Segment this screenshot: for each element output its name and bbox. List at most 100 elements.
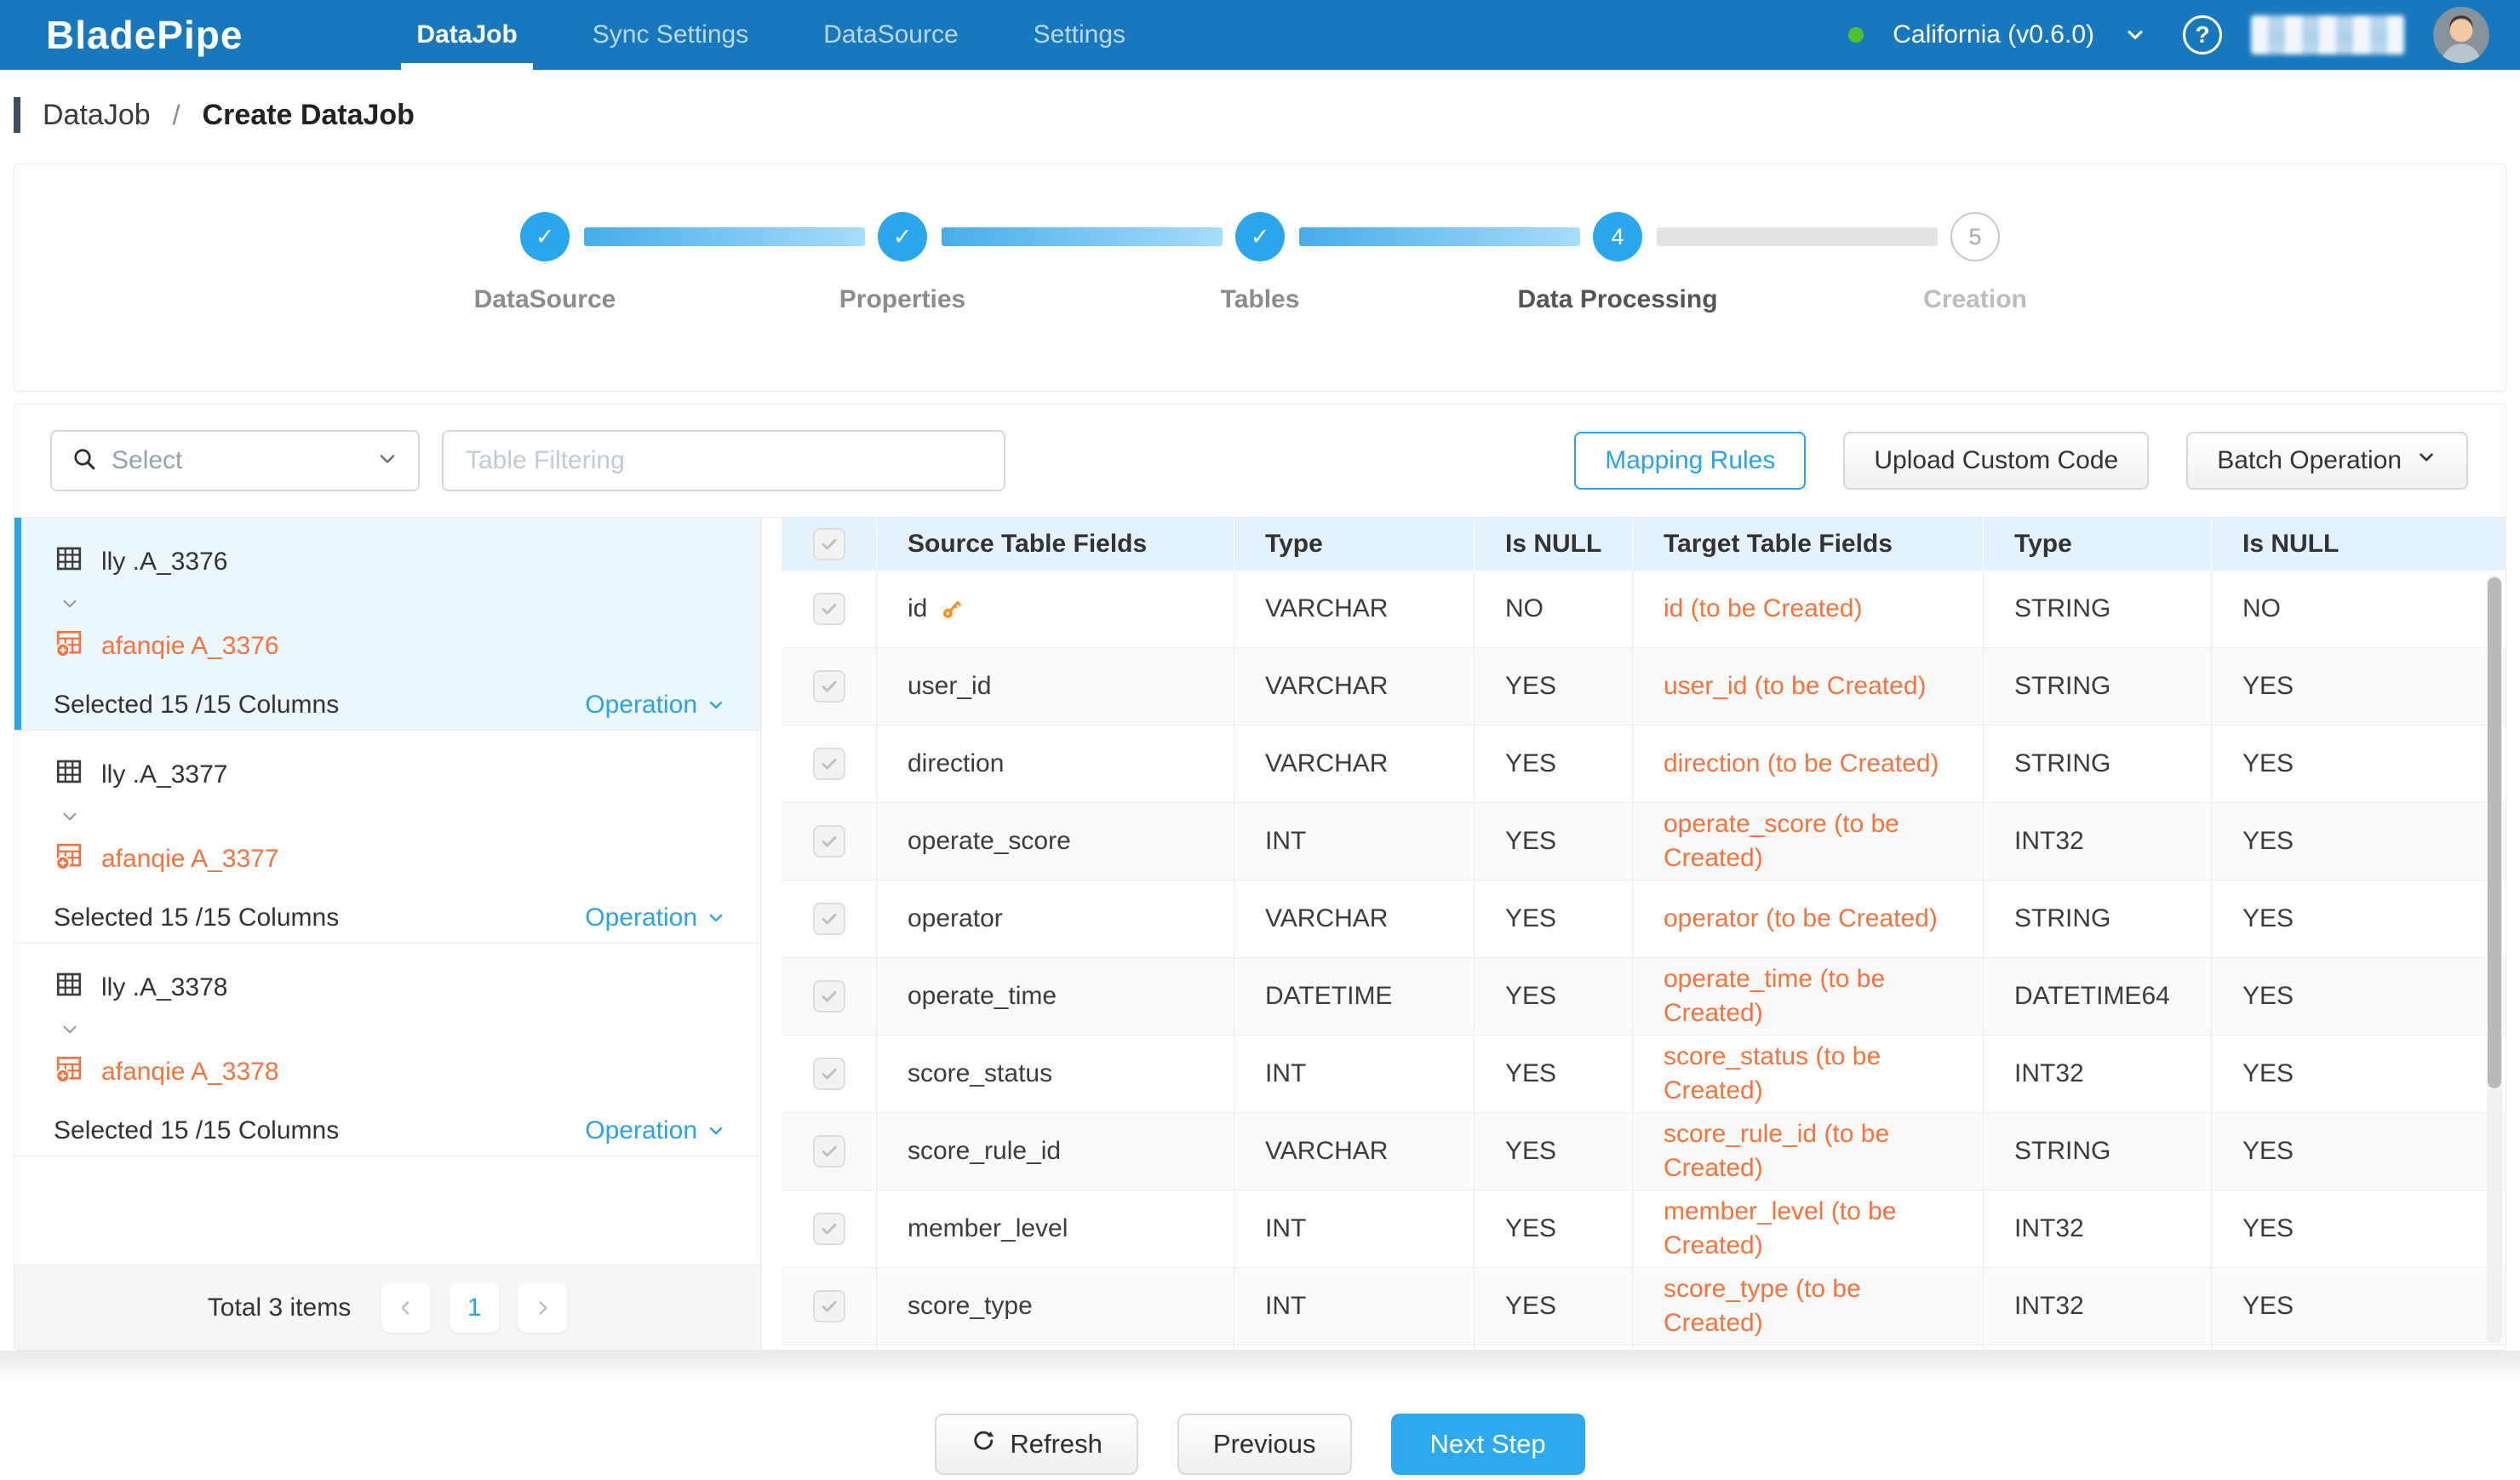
- data-processing-panel: Select Mapping Rules Upload Custom Code …: [14, 404, 2506, 1351]
- breadcrumb-parent[interactable]: DataJob: [43, 99, 151, 132]
- mapping-chevron-down-icon[interactable]: [59, 806, 726, 832]
- mapping-select-dropdown[interactable]: Select: [50, 430, 420, 491]
- select-placeholder: Select: [112, 446, 362, 475]
- next-step-button[interactable]: Next Step: [1391, 1414, 1585, 1475]
- row-checkbox[interactable]: [813, 1058, 845, 1090]
- scrollbar-thumb[interactable]: [2488, 577, 2501, 1088]
- batch-operation-button[interactable]: Batch Operation: [2186, 432, 2468, 490]
- region-chevron-down-icon[interactable]: [2123, 23, 2147, 47]
- cluster-status-dot: [1848, 27, 1864, 43]
- pagination-prev-button[interactable]: [381, 1283, 431, 1333]
- previous-button[interactable]: Previous: [1177, 1414, 1352, 1475]
- vertical-scrollbar: [2487, 576, 2502, 1343]
- source-table-icon: [54, 756, 84, 794]
- operation-dropdown[interactable]: Operation: [585, 1116, 726, 1145]
- table-mapping-item[interactable]: lly .A_3377 afanqie A_3377 Selected 15 /…: [14, 731, 760, 944]
- table-row-partial: [782, 1345, 2506, 1350]
- table-row: id VARCHAR NO id (to be Created) STRING …: [782, 571, 2506, 648]
- target-table-name: afanqie A_3376: [101, 632, 279, 661]
- step-connector: [1657, 227, 1938, 246]
- table-mapping-item[interactable]: lly .A_3376 afanqie A_3376 Selected 15 /…: [14, 518, 760, 731]
- select-chevron-down-icon: [375, 447, 399, 475]
- mapping-rules-button[interactable]: Mapping Rules: [1574, 432, 1806, 490]
- card-bottom-shadow: [0, 1351, 2520, 1380]
- selected-columns-label: Selected 15 /15 Columns: [54, 691, 339, 720]
- table-filtering-input[interactable]: [442, 430, 1005, 491]
- step-check-icon: ✓: [878, 212, 927, 261]
- list-pagination: Total 3 items 1: [14, 1265, 760, 1350]
- source-table-name: lly .A_3376: [101, 548, 227, 577]
- target-table-create-icon: [54, 1053, 84, 1091]
- col-header: Type: [1984, 518, 2212, 571]
- step-connector: [584, 227, 865, 246]
- step-connector: [942, 227, 1223, 246]
- table-row: score_type INT YES score_type (to be Cre…: [782, 1268, 2506, 1345]
- primary-key-icon: [939, 596, 965, 622]
- table-header-row: Source Table Fields Type Is NULL Target …: [782, 518, 2506, 571]
- row-checkbox[interactable]: [813, 1213, 845, 1245]
- table-row: score_status INT YES score_status (to be…: [782, 1035, 2506, 1113]
- nav-item-datasource[interactable]: DataSource: [786, 0, 995, 70]
- source-table-icon: [54, 543, 84, 581]
- main-nav: DataJob Sync Settings DataSource Setting…: [379, 0, 1163, 70]
- step-check-icon: ✓: [1235, 212, 1285, 261]
- target-table-create-icon: [54, 840, 84, 878]
- search-icon: [71, 445, 98, 477]
- nav-item-sync-settings[interactable]: Sync Settings: [555, 0, 786, 70]
- step-number: 5: [1950, 212, 2000, 261]
- mapping-chevron-down-icon[interactable]: [59, 593, 726, 619]
- help-icon[interactable]: ?: [2183, 15, 2222, 54]
- mapping-chevron-down-icon[interactable]: [59, 1018, 726, 1045]
- row-checkbox[interactable]: [813, 670, 845, 703]
- table-row: member_level INT YES member_level (to be…: [782, 1190, 2506, 1268]
- row-checkbox[interactable]: [813, 1290, 845, 1322]
- table-row: direction VARCHAR YES direction (to be C…: [782, 726, 2506, 803]
- col-header: Is NULL: [1475, 518, 1633, 571]
- user-avatar[interactable]: [2433, 7, 2489, 63]
- page-title: Create DataJob: [203, 99, 415, 132]
- source-table-name: lly .A_3377: [101, 760, 227, 789]
- table-row: operate_score INT YES operate_score (to …: [782, 803, 2506, 881]
- step-number: 4: [1593, 212, 1642, 261]
- row-checkbox[interactable]: [813, 903, 845, 935]
- table-mapping-list: lly .A_3376 afanqie A_3376 Selected 15 /…: [14, 518, 761, 1350]
- col-header: Source Table Fields: [877, 518, 1234, 571]
- select-all-checkbox[interactable]: [813, 528, 845, 560]
- target-table-create-icon: [54, 628, 84, 665]
- wizard-stepper-card: ✓ DataSource ✓ Properties ✓ Tables 4 Dat…: [14, 163, 2506, 392]
- breadcrumb: DataJob / Create DataJob: [0, 70, 2520, 160]
- refresh-button[interactable]: Refresh: [935, 1414, 1138, 1475]
- pagination-next-button[interactable]: [518, 1283, 567, 1333]
- table-mapping-item[interactable]: lly .A_3378 afanqie A_3378 Selected 15 /…: [14, 944, 760, 1156]
- table-row: score_rule_id VARCHAR YES score_rule_id …: [782, 1113, 2506, 1190]
- operation-dropdown[interactable]: Operation: [585, 903, 726, 932]
- region-version-label[interactable]: California (v0.6.0): [1893, 20, 2094, 49]
- breadcrumb-separator: /: [173, 100, 180, 131]
- wizard-footer: Refresh Previous Next Step: [0, 1380, 2520, 1475]
- col-header: Type: [1234, 518, 1475, 571]
- username-redacted: [2251, 15, 2404, 54]
- nav-item-settings[interactable]: Settings: [996, 0, 1163, 70]
- step-connector: [1299, 227, 1580, 246]
- toolbar: Select Mapping Rules Upload Custom Code …: [14, 404, 2506, 517]
- row-checkbox[interactable]: [813, 1135, 845, 1167]
- col-header: Is NULL: [2212, 518, 2506, 571]
- upload-custom-code-button[interactable]: Upload Custom Code: [1843, 432, 2149, 490]
- table-row: user_id VARCHAR YES user_id (to be Creat…: [782, 648, 2506, 726]
- top-navbar: BladePipe DataJob Sync Settings DataSour…: [0, 0, 2520, 70]
- row-checkbox[interactable]: [813, 593, 845, 625]
- step-datasource: ✓ DataSource: [366, 212, 724, 314]
- table-row: operate_time DATETIME YES operate_time (…: [782, 958, 2506, 1035]
- operation-dropdown[interactable]: Operation: [585, 691, 726, 720]
- col-header: Target Table Fields: [1633, 518, 1984, 571]
- row-checkbox[interactable]: [813, 980, 845, 1012]
- nav-item-datajob[interactable]: DataJob: [379, 0, 554, 70]
- brand-logo[interactable]: BladePipe: [46, 12, 243, 58]
- source-table-icon: [54, 969, 84, 1007]
- row-checkbox[interactable]: [813, 825, 845, 858]
- total-items-label: Total 3 items: [208, 1294, 351, 1322]
- row-checkbox[interactable]: [813, 748, 845, 780]
- step-check-icon: ✓: [520, 212, 570, 261]
- source-table-name: lly .A_3378: [101, 973, 227, 1002]
- pagination-page-1[interactable]: 1: [450, 1283, 499, 1333]
